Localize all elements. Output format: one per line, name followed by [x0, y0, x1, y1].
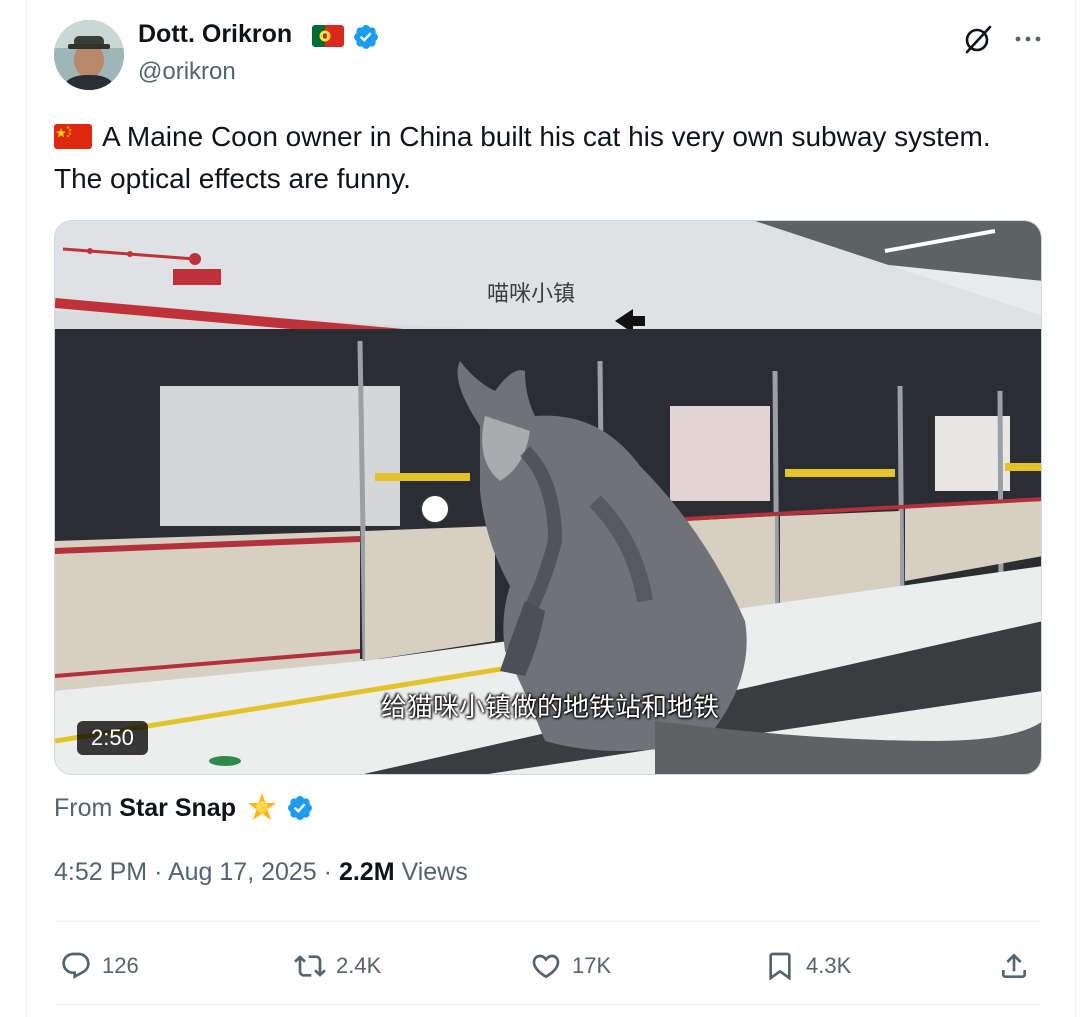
star-emoji-icon: [247, 793, 276, 820]
verified-badge-icon: [354, 25, 378, 49]
meta-separator: ·: [154, 858, 163, 886]
author-display-name[interactable]: Dott. Orikron: [138, 20, 292, 49]
video-player[interactable]: 喵咪小镇 给猫咪小镇做的地铁站和地铁 2:50: [54, 220, 1042, 775]
tweet-text: A Maine Coon owner in China built his ca…: [54, 116, 1014, 200]
video-subtitle: 给猫咪小镇做的地铁站和地铁: [380, 693, 719, 723]
tweet-time[interactable]: 4:52 PM: [54, 858, 147, 886]
source-prefix: From: [54, 794, 113, 822]
source-app-link[interactable]: Star Snap: [119, 794, 236, 822]
avatar-image: [54, 20, 124, 90]
views-label: Views: [401, 858, 468, 886]
repost-count: 2.4K: [336, 953, 382, 978]
bookmark-count: 4.3K: [806, 953, 852, 978]
reply-icon: [62, 952, 90, 979]
tweet-body: A Maine Coon owner in China built his ca…: [54, 121, 991, 194]
bookmark-button[interactable]: 4.3K: [764, 946, 851, 986]
divider: [54, 1004, 1042, 1005]
share-button[interactable]: [998, 946, 1040, 986]
repost-button[interactable]: 2.4K: [294, 946, 381, 986]
verified-badge-icon: [287, 796, 312, 820]
meta-separator: ·: [323, 858, 332, 886]
share-icon: [1002, 953, 1026, 978]
reply-button[interactable]: 126: [60, 946, 139, 986]
more-options-icon[interactable]: [1008, 22, 1048, 56]
tweet-date[interactable]: Aug 17, 2025: [168, 858, 317, 886]
like-count: 17K: [572, 953, 612, 978]
grok-icon[interactable]: [962, 22, 996, 56]
reply-count: 126: [102, 953, 139, 978]
views-count: 2.2M: [338, 858, 395, 886]
china-flag-icon: [54, 124, 92, 149]
video-duration-badge: 2:50: [77, 721, 148, 755]
heart-icon: [532, 954, 560, 979]
author-handle[interactable]: @orikron: [138, 58, 236, 86]
author-avatar[interactable]: [54, 20, 124, 90]
svg-text:喵咪小镇: 喵咪小镇: [487, 282, 575, 307]
repost-icon: [294, 955, 326, 977]
like-button[interactable]: 17K: [530, 946, 611, 986]
tweet-source: From Star Snap: [54, 792, 314, 823]
bookmark-icon: [769, 952, 791, 981]
tweet-meta: 4:52 PM · Aug 17, 2025 · 2.2M Views: [54, 858, 468, 887]
portugal-flag-icon: [312, 25, 344, 47]
divider: [54, 921, 1042, 922]
